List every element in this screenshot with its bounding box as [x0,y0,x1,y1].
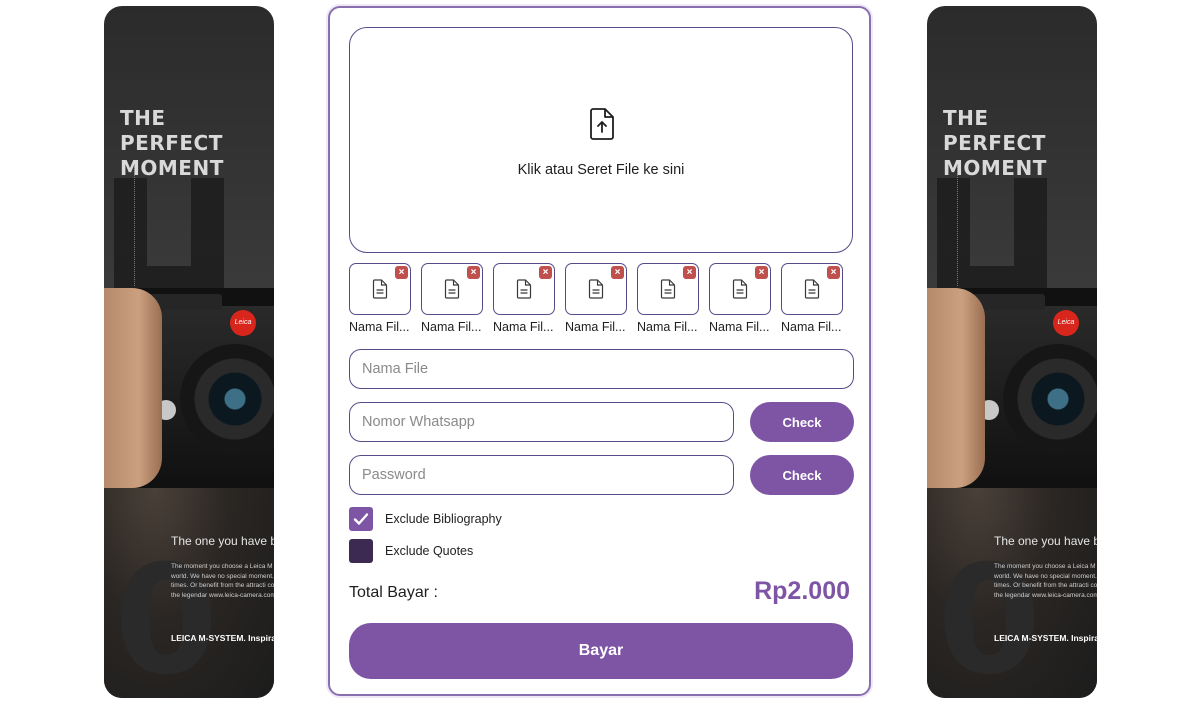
remove-file-icon[interactable]: × [611,266,624,279]
file-thumbnail[interactable]: × [709,263,771,315]
file-name-label: Nama Fil... [565,320,626,334]
uploaded-file-item[interactable]: × Nama Fil... [493,263,559,334]
remove-file-icon[interactable]: × [539,266,552,279]
leica-logo: Leica [1053,310,1079,336]
uploaded-file-item[interactable]: × Nama Fil... [565,263,631,334]
exclude-bibliography-option[interactable]: Exclude Bibliography [349,507,502,531]
document-icon [372,279,388,299]
remove-file-icon[interactable]: × [683,266,696,279]
ad-banner-right[interactable]: THE PERFECT MOMENT Leica 0 The one you h… [927,6,1097,698]
ad-body-text: The moment you choose a Leica M standing… [171,563,274,599]
file-name-label: Nama Fil... [349,320,410,334]
uploaded-file-item[interactable]: × Nama Fil... [421,263,487,334]
ad-headline-line1: THE PERFECT [120,106,223,155]
uploaded-file-item[interactable]: × Nama Fil... [637,263,703,334]
dropzone-prompt: Klik atau Seret File ke sini [517,162,685,178]
ad-camera-image: Leica [927,288,1097,488]
ad-hand-image [104,288,162,488]
exclude-bibliography-checkbox[interactable] [349,507,373,531]
file-thumbnail[interactable]: × [637,263,699,315]
remove-file-icon[interactable]: × [827,266,840,279]
remove-file-icon[interactable]: × [395,266,408,279]
ad-brand-line: LEICA M-SYSTEM. Inspirat [171,633,274,643]
file-name-label: Nama Fil... [781,320,842,334]
file-thumbnail[interactable]: × [421,263,483,315]
leica-logo: Leica [230,310,256,336]
ad-headline-line2: MOMENT [943,156,1047,180]
file-name-label: Nama Fil... [709,320,770,334]
password-input[interactable] [349,455,734,495]
file-name-label: Nama Fil... [493,320,554,334]
file-thumbnail[interactable]: × [565,263,627,315]
whatsapp-number-input[interactable] [349,402,734,442]
document-icon [804,279,820,299]
ad-divider [134,166,135,286]
ad-headline: THE PERFECT MOMENT [120,106,270,181]
ad-banner-left[interactable]: THE PERFECT MOMENT Leica 0 The one you h… [104,6,274,698]
ad-body-text: The moment you choose a Leica M standing… [994,563,1097,599]
ad-tagline: The one you have b [994,534,1097,548]
file-dropzone[interactable]: Klik atau Seret File ke sini [349,27,853,253]
exclude-quotes-label: Exclude Quotes [385,544,474,558]
document-icon [732,279,748,299]
file-thumbnail[interactable]: × [781,263,843,315]
ad-headline-line2: MOMENT [120,156,224,180]
file-thumbnail[interactable]: × [349,263,411,315]
file-name-label: Nama Fil... [421,320,482,334]
ad-headline: THE PERFECT MOMENT [943,106,1093,181]
check-whatsapp-button[interactable]: Check [750,402,854,442]
check-password-button[interactable]: Check [750,455,854,495]
document-icon [588,279,604,299]
ad-hand-image [927,288,985,488]
file-thumbnail[interactable]: × [493,263,555,315]
ad-camera-image: Leica [104,288,274,488]
total-amount: Rp2.000 [754,577,850,605]
ad-tagline: The one you have b [171,534,274,548]
upload-form-card: Klik atau Seret File ke sini × Nama Fil..… [328,6,871,696]
ad-headline-line1: THE PERFECT [943,106,1046,155]
checkmark-icon [353,513,369,525]
total-label: Total Bayar : [349,584,438,601]
document-icon [444,279,460,299]
uploaded-file-item[interactable]: × Nama Fil... [781,263,847,334]
file-name-label: Nama Fil... [637,320,698,334]
exclude-quotes-option[interactable]: Exclude Quotes [349,539,473,563]
file-name-input[interactable] [349,349,854,389]
exclude-bibliography-label: Exclude Bibliography [385,512,502,526]
uploaded-file-item[interactable]: × Nama Fil... [349,263,415,334]
pay-button[interactable]: Bayar [349,623,853,679]
remove-file-icon[interactable]: × [467,266,480,279]
document-icon [516,279,532,299]
remove-file-icon[interactable]: × [755,266,768,279]
uploaded-file-item[interactable]: × Nama Fil... [709,263,775,334]
ad-brand-line: LEICA M-SYSTEM. Inspirat [994,633,1097,643]
uploaded-file-list: × Nama Fil... × Nama Fil... × Nama Fil... × Nam… [349,263,859,343]
ad-divider [957,166,958,286]
exclude-quotes-checkbox[interactable] [349,539,373,563]
document-icon [660,279,676,299]
file-upload-icon [590,108,614,140]
